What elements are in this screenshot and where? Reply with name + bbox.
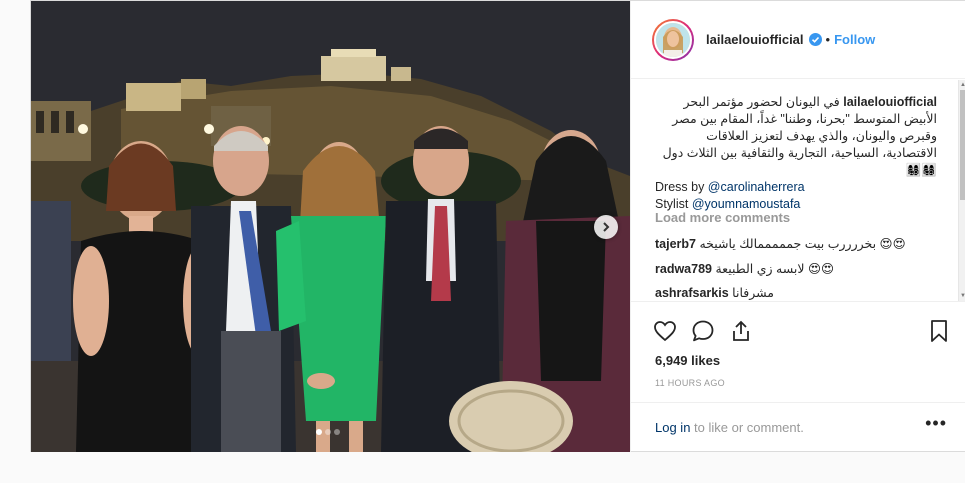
post-side-panel: lailaelouiofficial • Follow lailaelouiof…: [630, 1, 965, 452]
next-image-button[interactable]: [594, 215, 618, 239]
share-icon[interactable]: [729, 319, 753, 343]
load-more-comments-button[interactable]: Load more comments: [655, 210, 790, 225]
caption-stylist-prefix: Stylist: [655, 197, 692, 211]
comment-username[interactable]: radwa789: [655, 262, 712, 276]
carousel-dot-active: [316, 429, 322, 435]
scroll-down-arrow-icon[interactable]: ▼: [960, 293, 965, 299]
caption-dress-prefix: Dress by: [655, 180, 708, 194]
avatar[interactable]: [652, 18, 694, 61]
mention-link[interactable]: @carolinaherrera: [708, 180, 805, 194]
separator-dot: •: [825, 32, 831, 47]
comment-item: tajerb7 بخررررب بيت جمممممالك ياشيخه 😍😍: [655, 236, 906, 251]
mention-link[interactable]: @youmnamoustafa: [692, 197, 801, 211]
instagram-post-card: lailaelouiofficial • Follow lailaelouiof…: [30, 0, 965, 452]
scroll-up-arrow-icon[interactable]: ▲: [960, 82, 965, 88]
carousel-indicator: [316, 429, 340, 435]
login-bar: Log in to like or comment. •••: [631, 402, 965, 452]
verified-badge-icon: [808, 33, 822, 46]
comment-username[interactable]: tajerb7: [655, 237, 696, 251]
caption-arabic: lailaelouiofficial في اليونان لحضور مؤتم…: [655, 94, 937, 179]
login-suffix: to like or comment.: [690, 420, 804, 435]
caption-dress-line: Dress by @carolinaherrera: [655, 179, 937, 196]
comment-text: لابسه زي الطبيعة 😍😍: [715, 262, 835, 276]
post-timestamp[interactable]: 11 HOURS AGO: [655, 378, 725, 388]
more-options-icon[interactable]: •••: [925, 413, 947, 434]
post-caption: lailaelouiofficial في اليونان لحضور مؤتم…: [655, 94, 937, 213]
post-photo[interactable]: [31, 1, 630, 452]
action-icons: [653, 319, 753, 343]
photo-illustration: [31, 1, 630, 452]
comment-text: مشرفانا: [732, 286, 774, 300]
comments-section: lailaelouiofficial في اليونان لحضور مؤتم…: [631, 80, 965, 301]
login-link[interactable]: Log in: [655, 420, 690, 435]
follow-button[interactable]: Follow: [834, 32, 875, 47]
bookmark-icon[interactable]: [927, 319, 951, 343]
avatar-image: [656, 22, 690, 57]
comment-item: ashrafsarkis مشرفانا: [655, 285, 774, 300]
likes-count[interactable]: 6,949 likes: [655, 353, 720, 368]
username[interactable]: lailaelouiofficial: [706, 32, 804, 47]
chevron-right-icon: [600, 221, 612, 233]
heart-icon[interactable]: [653, 319, 677, 343]
login-prompt: Log in to like or comment.: [655, 420, 804, 435]
carousel-dot: [325, 429, 331, 435]
comment-item: radwa789 لابسه زي الطبيعة 😍😍: [655, 261, 834, 276]
post-header: lailaelouiofficial • Follow: [631, 1, 965, 79]
scrollbar-thumb[interactable]: [960, 90, 965, 200]
comment-icon[interactable]: [691, 319, 715, 343]
post-actions: 6,949 likes 11 HOURS AGO: [631, 301, 965, 402]
carousel-dot: [334, 429, 340, 435]
caption-username[interactable]: lailaelouiofficial: [843, 95, 937, 109]
comment-text: بخررررب بيت جمممممالك ياشيخه 😍😍: [699, 237, 906, 251]
comments-scrollbar[interactable]: ▲ ▼: [958, 80, 965, 301]
comment-username[interactable]: ashrafsarkis: [655, 286, 729, 300]
